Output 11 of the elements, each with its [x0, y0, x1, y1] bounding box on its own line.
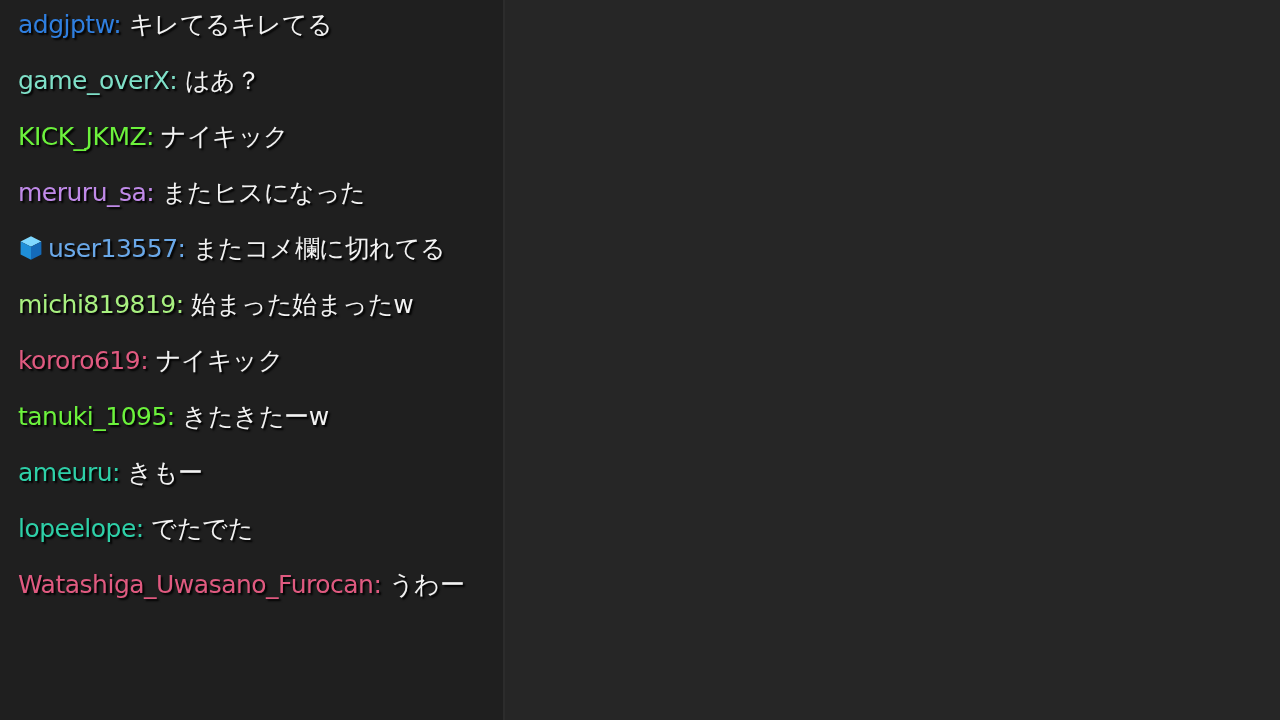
chat-message: meruru_sa: またヒスになった: [18, 177, 367, 209]
chat-message: lopeelope: でたでた: [18, 513, 255, 545]
chat-message: michi819819: 始まった始まったw: [18, 289, 415, 321]
chat-message: ameuru: きもー: [18, 457, 204, 489]
chat-message: tanuki_1095: きたきたーw: [18, 401, 330, 433]
chat-message: user13557: またコメ欄に切れてる: [18, 228, 473, 270]
chat-message: Watashiga_Uwasano_Furocan: うわー: [18, 569, 466, 601]
chat-message: KICK_JKMZ: ナイキック: [18, 121, 290, 153]
chat-message: adgjptw: キレてるキレてる: [18, 9, 334, 41]
chat-message: kororo619: ナイキック: [18, 345, 285, 377]
chat-message: game_overX: はあ？: [18, 65, 262, 97]
